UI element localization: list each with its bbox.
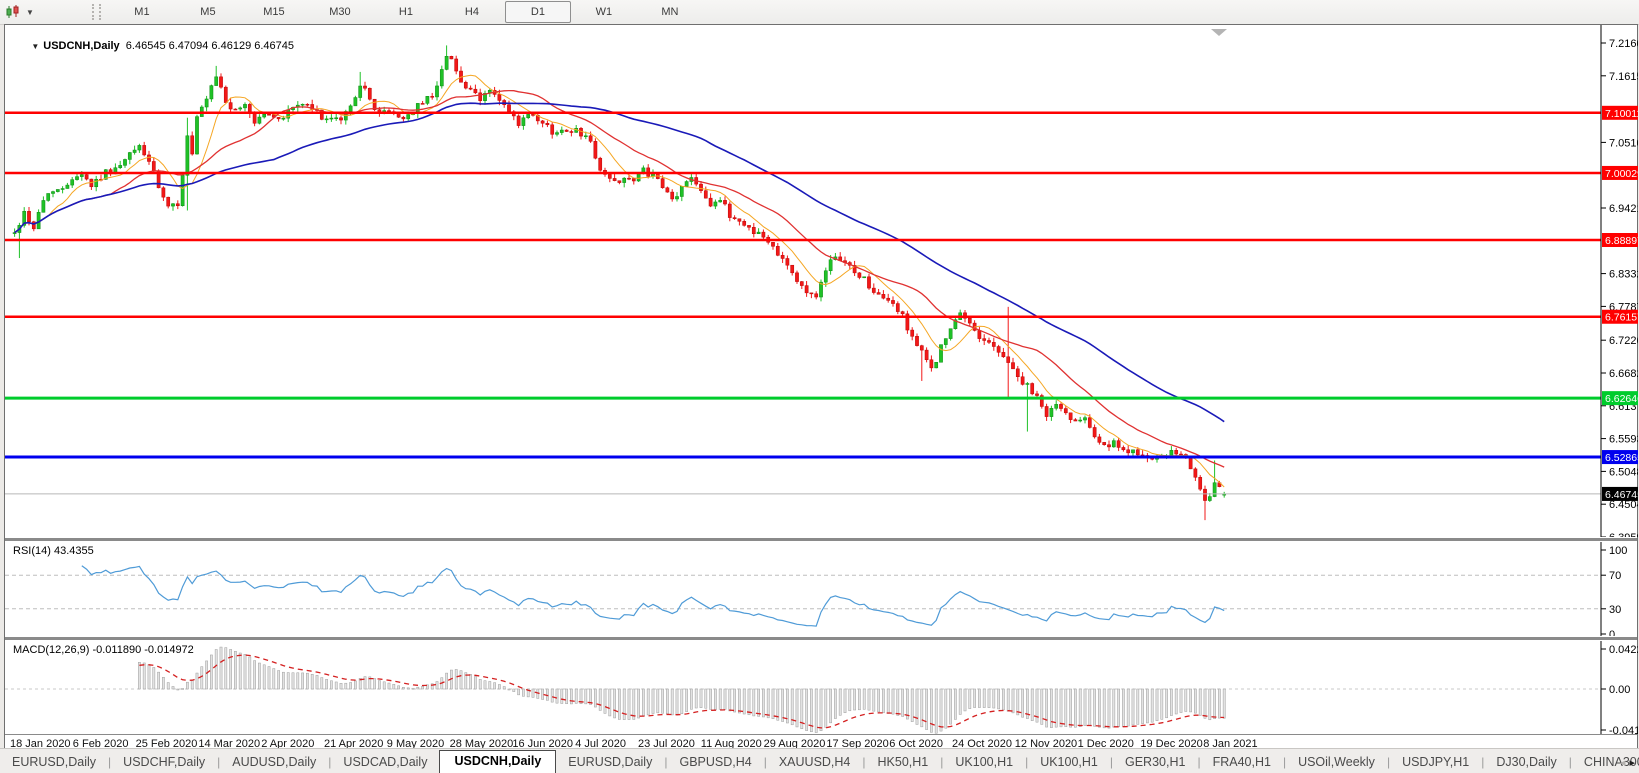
svg-text:7.21600: 7.21600 xyxy=(1609,38,1638,50)
svg-text:6.83320: 6.83320 xyxy=(1609,269,1638,281)
toolbar: ▼ M1M5M15M30H1H4D1W1MN xyxy=(0,0,1639,25)
svg-text:6.62646: 6.62646 xyxy=(1605,393,1638,405)
svg-text:30: 30 xyxy=(1609,604,1621,616)
svg-text:7.16155: 7.16155 xyxy=(1609,71,1638,83)
timeframe-button-h4[interactable]: H4 xyxy=(439,1,505,23)
timeframe-button-m30[interactable]: M30 xyxy=(307,1,373,23)
svg-text:0.00: 0.00 xyxy=(1609,684,1630,696)
chart-tab-usdcnh-daily[interactable]: USDCNH,Daily xyxy=(439,750,556,773)
chart-tab-usoil-weekly[interactable]: USOil,Weekly xyxy=(1286,752,1387,773)
svg-text:0.042275: 0.042275 xyxy=(1609,644,1638,656)
chart-tab-eurusd-daily[interactable]: EURUSD,Daily xyxy=(0,752,108,773)
chart-window: 7.216007.161557.051006.942106.833206.778… xyxy=(4,24,1638,749)
svg-text:70: 70 xyxy=(1609,570,1621,582)
tab-scroll-left-icon[interactable]: ◂ xyxy=(1620,757,1626,769)
mt4-terminal: { "toolbar": { "chart_type_icon": "candl… xyxy=(0,0,1639,773)
toolbar-grip[interactable] xyxy=(92,4,101,20)
svg-text:6.66820: 6.66820 xyxy=(1609,368,1638,380)
svg-text:6.88897: 6.88897 xyxy=(1605,235,1638,247)
svg-text:-0.04148: -0.04148 xyxy=(1609,725,1638,734)
timeframe-button-group: M1M5M15M30H1H4D1W1MN xyxy=(109,1,703,23)
timeframe-button-d1[interactable]: D1 xyxy=(505,1,571,23)
chart-tab-xauusd-h4[interactable]: XAUUSD,H4 xyxy=(767,752,863,773)
svg-text:6.46745: 6.46745 xyxy=(1605,489,1638,501)
svg-text:6.55930: 6.55930 xyxy=(1609,434,1638,446)
main-chart-panel: 7.216007.161557.051006.942106.833206.778… xyxy=(5,25,1637,537)
svg-text:6.39595: 6.39595 xyxy=(1609,532,1638,537)
timeframe-button-m15[interactable]: M15 xyxy=(241,1,307,23)
chart-tab-eurusd-daily[interactable]: EURUSD,Daily xyxy=(556,752,664,773)
svg-text:6.45040: 6.45040 xyxy=(1609,499,1638,511)
candlestick-chart-icon[interactable] xyxy=(4,3,24,21)
tab-scroll-right-icon[interactable]: ▸ xyxy=(1629,757,1635,769)
svg-text:6.72265: 6.72265 xyxy=(1609,335,1638,347)
svg-text:7.00029: 7.00029 xyxy=(1605,168,1638,180)
svg-text:100: 100 xyxy=(1609,545,1627,557)
timeframe-button-mn[interactable]: MN xyxy=(637,1,703,23)
chart-tab-usdcad-daily[interactable]: USDCAD,Daily xyxy=(331,752,439,773)
svg-text:6.94210: 6.94210 xyxy=(1609,203,1638,215)
svg-text:6.50485: 6.50485 xyxy=(1609,466,1638,478)
chevron-down-icon[interactable]: ▼ xyxy=(26,8,34,17)
macd-canvas[interactable]: 0.042275 0.00 -0.04148 xyxy=(5,641,1638,734)
rsi-canvas[interactable]: 100 70 30 0 xyxy=(5,542,1638,636)
rsi-panel: 10070300 RSI(14) 43.4355 xyxy=(5,542,1637,636)
chart-tab-usdjpy-h1[interactable]: USDJPY,H1 xyxy=(1390,752,1481,773)
tab-scroll-arrows[interactable]: ◂▸ xyxy=(1620,756,1635,769)
svg-text:7.05100: 7.05100 xyxy=(1609,137,1638,149)
timeframe-button-w1[interactable]: W1 xyxy=(571,1,637,23)
chart-tab-dj30-daily[interactable]: DJ30,Daily xyxy=(1484,752,1568,773)
timeframe-button-m1[interactable]: M1 xyxy=(109,1,175,23)
chart-tab-fra40-h1[interactable]: FRA40,H1 xyxy=(1201,752,1283,773)
chart-tab-usdchf-daily[interactable]: USDCHF,Daily xyxy=(111,752,217,773)
timeframe-button-m5[interactable]: M5 xyxy=(175,1,241,23)
svg-text:7.10011: 7.10011 xyxy=(1605,108,1638,120)
svg-text:6.76157: 6.76157 xyxy=(1605,312,1638,324)
chart-tab-audusd-daily[interactable]: AUDUSD,Daily xyxy=(220,752,328,773)
timeframe-button-h1[interactable]: H1 xyxy=(373,1,439,23)
chart-tab-bar: EURUSD,Daily|USDCHF,Daily|AUDUSD,Daily|U… xyxy=(0,748,1639,773)
svg-text:6.52865: 6.52865 xyxy=(1605,452,1638,464)
main-chart-canvas[interactable]: 7.216007.161557.051006.942106.833206.778… xyxy=(5,25,1638,537)
chart-tab-hk50-h1[interactable]: HK50,H1 xyxy=(866,752,941,773)
chart-tab-uk100-h1[interactable]: UK100,H1 xyxy=(943,752,1025,773)
svg-text:0: 0 xyxy=(1609,629,1615,636)
chart-tab-ger30-h1[interactable]: GER30,H1 xyxy=(1113,752,1197,773)
chart-tab-gbpusd-h4[interactable]: GBPUSD,H4 xyxy=(667,752,763,773)
chart-tab-uk100-h1[interactable]: UK100,H1 xyxy=(1028,752,1110,773)
macd-panel: 0.0422750.00-0.04148 MACD(12,26,9) -0.01… xyxy=(5,641,1637,734)
